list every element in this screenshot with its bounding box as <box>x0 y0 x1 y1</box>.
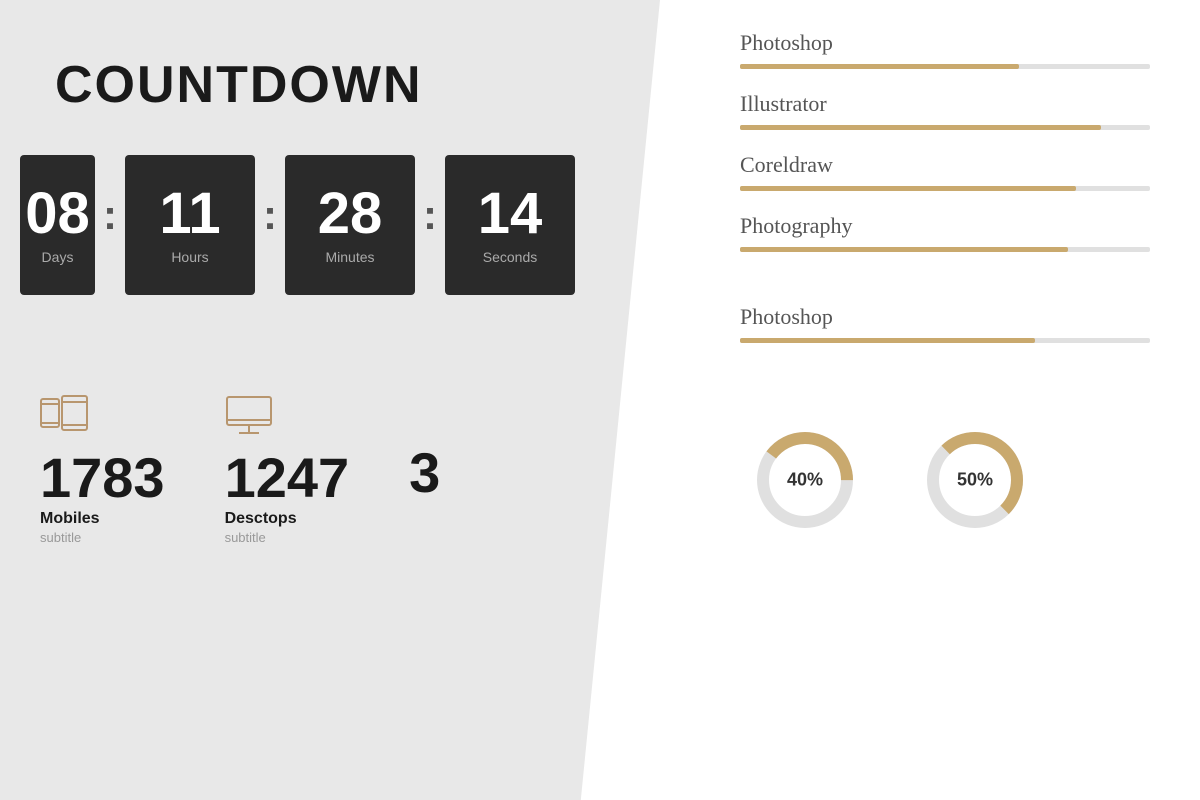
countdown-timer: 08 Days : 11 Hours : 28 Minutes : 14 Sec… <box>0 115 660 295</box>
skill-photography-bar-bg <box>740 247 1150 252</box>
seconds-block: 14 Seconds <box>445 155 575 295</box>
skill-coreldraw-name: Coreldraw <box>740 152 1150 178</box>
skill-photoshop2-bar-bg <box>740 338 1150 343</box>
donut-50: 50% <box>920 425 1030 535</box>
days-value: 08 <box>25 185 90 243</box>
desktop-icon <box>225 395 273 440</box>
minutes-label: Minutes <box>325 249 374 265</box>
skill-photoshop2-name: Photoshop <box>740 304 1150 330</box>
skills-section: Photoshop Illustrator Coreldraw Photogra… <box>740 30 1150 365</box>
skill-coreldraw-bar-fill <box>740 186 1076 191</box>
hours-value: 11 <box>159 185 220 243</box>
skill-coreldraw: Coreldraw <box>740 152 1150 191</box>
stat-third: 3 <box>409 395 440 545</box>
skill-photoshop-bar-bg <box>740 64 1150 69</box>
seconds-value: 14 <box>478 185 543 243</box>
desktops-number: 1247 <box>225 450 350 506</box>
skill-photoshop: Photoshop <box>740 30 1150 69</box>
minutes-value: 28 <box>318 185 383 243</box>
desktops-subtitle: subtitle <box>225 530 266 545</box>
skill-photography: Photography <box>740 213 1150 252</box>
skill-photography-name: Photography <box>740 213 1150 239</box>
donut-50-wrapper: 50% <box>920 425 1030 535</box>
skill-illustrator: Illustrator <box>740 91 1150 130</box>
minutes-block: 28 Minutes <box>285 155 415 295</box>
seconds-label: Seconds <box>483 249 537 265</box>
days-block: 08 Days <box>20 155 95 295</box>
skill-illustrator-name: Illustrator <box>740 91 1150 117</box>
donut-40-label: 40% <box>787 470 823 491</box>
skill-illustrator-bar-fill <box>740 125 1101 130</box>
mobiles-number: 1783 <box>40 450 165 506</box>
colon-3: : <box>415 191 445 239</box>
stat-mobiles: 1783 Mobiles subtitle <box>40 395 165 545</box>
mobiles-title: Mobiles <box>40 510 100 528</box>
skill-photoshop-bar-fill <box>740 64 1019 69</box>
skill-coreldraw-bar-bg <box>740 186 1150 191</box>
right-panel: Photoshop Illustrator Coreldraw Photogra… <box>660 0 1200 800</box>
skill-photoshop2: Photoshop <box>740 304 1150 343</box>
skill-photoshop-name: Photoshop <box>740 30 1150 56</box>
stats-section: 1783 Mobiles subtitle 1247 Desctops subt… <box>0 295 660 545</box>
colon-2: : <box>255 191 285 239</box>
mobiles-subtitle: subtitle <box>40 530 81 545</box>
donut-40-wrapper: 40% <box>750 425 860 535</box>
days-label: Days <box>42 249 74 265</box>
stat-desktops: 1247 Desctops subtitle <box>225 395 350 545</box>
hours-block: 11 Hours <box>125 155 255 295</box>
skill-photoshop2-bar-fill <box>740 338 1035 343</box>
countdown-title: COUNTDOWN <box>0 0 660 115</box>
desktops-title: Desctops <box>225 510 297 528</box>
donut-section: 40% 50% <box>740 425 1150 535</box>
third-number: 3 <box>409 445 440 501</box>
donut-50-label: 50% <box>957 470 993 491</box>
donut-40: 40% <box>750 425 860 535</box>
skill-photography-bar-fill <box>740 247 1068 252</box>
skill-illustrator-bar-bg <box>740 125 1150 130</box>
colon-1: : <box>95 191 125 239</box>
hours-label: Hours <box>171 249 208 265</box>
mobile-icon <box>40 395 88 440</box>
left-panel: COUNTDOWN 08 Days : 11 Hours : 28 Minute… <box>0 0 660 800</box>
